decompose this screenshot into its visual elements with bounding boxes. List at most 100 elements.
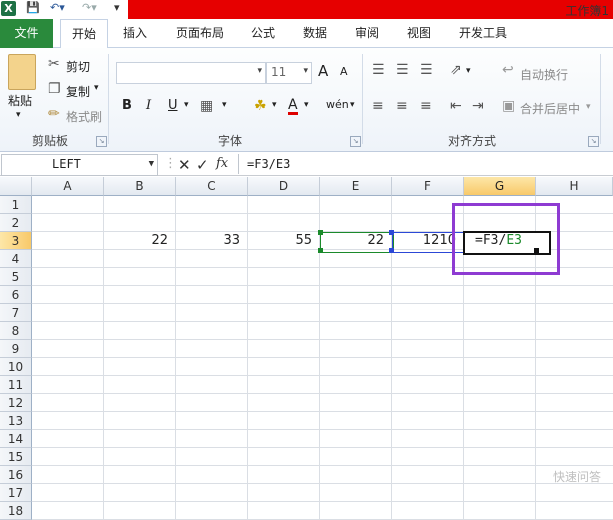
row-header[interactable]: 3: [0, 232, 32, 250]
cell-b3[interactable]: 22: [104, 232, 176, 250]
row-header[interactable]: 9: [0, 340, 32, 358]
name-box-dropdown-icon[interactable]: ▼: [149, 155, 154, 174]
cancel-icon[interactable]: ✕: [178, 156, 191, 174]
select-all-corner[interactable]: [0, 177, 32, 196]
undo-icon[interactable]: ↶▾: [50, 1, 65, 17]
customize-qat-icon[interactable]: ▾: [114, 1, 120, 17]
align-top-icon[interactable]: ☰: [372, 62, 385, 78]
align-bottom-icon[interactable]: ☰: [420, 62, 433, 78]
cell-d3[interactable]: 55: [248, 232, 320, 250]
enter-icon[interactable]: ✓: [196, 156, 209, 174]
row-header[interactable]: 4: [0, 250, 32, 268]
row-header[interactable]: 6: [0, 286, 32, 304]
cell-e3[interactable]: 22: [320, 232, 392, 250]
copy-button[interactable]: 复制: [66, 83, 90, 100]
row-header[interactable]: 2: [0, 214, 32, 232]
fill-color-icon[interactable]: ☘: [254, 98, 267, 114]
insert-function-icon[interactable]: fx: [216, 156, 228, 171]
borders-dropdown-icon[interactable]: ▾: [222, 100, 227, 110]
shrink-font-icon[interactable]: A: [340, 65, 348, 78]
gridline: [32, 501, 613, 502]
underline-dropdown-icon[interactable]: ▾: [184, 100, 189, 110]
column-header[interactable]: A: [32, 177, 104, 196]
decrease-indent-icon[interactable]: ⇤: [450, 98, 462, 114]
tab-view[interactable]: 视图: [396, 19, 442, 48]
row-header[interactable]: 15: [0, 448, 32, 466]
row-header[interactable]: 18: [0, 502, 32, 520]
grow-font-icon[interactable]: A: [318, 62, 328, 80]
phonetic-dropdown-icon[interactable]: ▾: [350, 100, 355, 110]
tab-review[interactable]: 审阅: [344, 19, 390, 48]
paste-button[interactable]: 粘贴: [8, 92, 32, 109]
paste-dropdown-icon[interactable]: ▾: [16, 110, 21, 120]
font-name-combo[interactable]: ▾: [116, 62, 266, 84]
font-size-combo[interactable]: 11 ▾: [266, 62, 312, 84]
font-name-dropdown-icon[interactable]: ▾: [257, 66, 262, 76]
row-header[interactable]: 1: [0, 196, 32, 214]
watermark: 快速问答: [552, 470, 601, 484]
row-header[interactable]: 16: [0, 466, 32, 484]
tab-home[interactable]: 开始: [60, 19, 108, 50]
column-header[interactable]: B: [104, 177, 176, 196]
column-header[interactable]: D: [248, 177, 320, 196]
phonetic-guide-button[interactable]: wén: [326, 98, 349, 111]
row-header[interactable]: 14: [0, 430, 32, 448]
align-middle-icon[interactable]: ☰: [396, 62, 409, 78]
format-painter-button[interactable]: 格式刷: [66, 108, 102, 125]
wrap-text-button[interactable]: 自动换行: [520, 66, 568, 83]
formula-input[interactable]: =F3/E3: [238, 154, 613, 174]
column-header[interactable]: G: [464, 177, 536, 196]
increase-indent-icon[interactable]: ⇥: [472, 98, 484, 114]
font-size-value: 11: [271, 65, 287, 79]
tab-insert[interactable]: 插入: [112, 19, 158, 48]
name-box[interactable]: LEFT ▼: [1, 154, 158, 176]
tab-developer[interactable]: 开发工具: [450, 19, 516, 48]
resize-handle[interactable]: [318, 248, 323, 253]
font-size-dropdown-icon[interactable]: ▾: [303, 66, 308, 76]
row-header[interactable]: 5: [0, 268, 32, 286]
cell-c3[interactable]: 33: [176, 232, 248, 250]
row-header[interactable]: 17: [0, 484, 32, 502]
fill-color-dropdown-icon[interactable]: ▾: [272, 100, 277, 110]
italic-button[interactable]: I: [146, 98, 151, 113]
row-header[interactable]: 8: [0, 322, 32, 340]
align-left-icon[interactable]: ≡: [372, 98, 384, 114]
row-header[interactable]: 11: [0, 376, 32, 394]
font-launcher-icon[interactable]: ↘: [350, 136, 361, 147]
tab-formulas[interactable]: 公式: [240, 19, 286, 48]
redo-icon[interactable]: ↷▾: [82, 1, 97, 17]
row-header[interactable]: 13: [0, 412, 32, 430]
merge-center-button[interactable]: 合并后居中: [520, 100, 580, 117]
align-center-icon[interactable]: ≡: [396, 98, 408, 114]
paste-icon[interactable]: [8, 54, 36, 90]
tab-data[interactable]: 数据: [292, 19, 338, 48]
font-color-button[interactable]: A: [288, 98, 298, 115]
resize-handle[interactable]: [318, 230, 323, 235]
clipboard-launcher-icon[interactable]: ↘: [96, 136, 107, 147]
gridline: [32, 411, 613, 412]
underline-button[interactable]: U: [168, 98, 178, 113]
save-icon[interactable]: 💾: [26, 1, 40, 17]
font-color-dropdown-icon[interactable]: ▾: [304, 100, 309, 110]
row-header[interactable]: 7: [0, 304, 32, 322]
tab-file[interactable]: 文件: [0, 19, 53, 48]
merge-dropdown-icon[interactable]: ▾: [586, 102, 591, 112]
alignment-launcher-icon[interactable]: ↘: [588, 136, 599, 147]
orientation-icon[interactable]: ⇗: [450, 62, 462, 78]
copy-dropdown-icon[interactable]: ▾: [94, 83, 99, 93]
formula-bar-handle-icon[interactable]: ⋮: [164, 156, 177, 171]
align-right-icon[interactable]: ≡: [420, 98, 432, 114]
resize-handle[interactable]: [389, 248, 394, 253]
bold-button[interactable]: B: [122, 98, 132, 113]
column-header[interactable]: F: [392, 177, 464, 196]
resize-handle[interactable]: [389, 230, 394, 235]
tab-page-layout[interactable]: 页面布局: [168, 19, 232, 48]
row-header[interactable]: 12: [0, 394, 32, 412]
orientation-dropdown-icon[interactable]: ▾: [466, 66, 471, 76]
row-header[interactable]: 10: [0, 358, 32, 376]
column-header[interactable]: C: [176, 177, 248, 196]
column-header[interactable]: H: [536, 177, 613, 196]
column-header[interactable]: E: [320, 177, 392, 196]
cut-button[interactable]: 剪切: [66, 58, 90, 75]
borders-icon[interactable]: ▦: [200, 98, 213, 114]
